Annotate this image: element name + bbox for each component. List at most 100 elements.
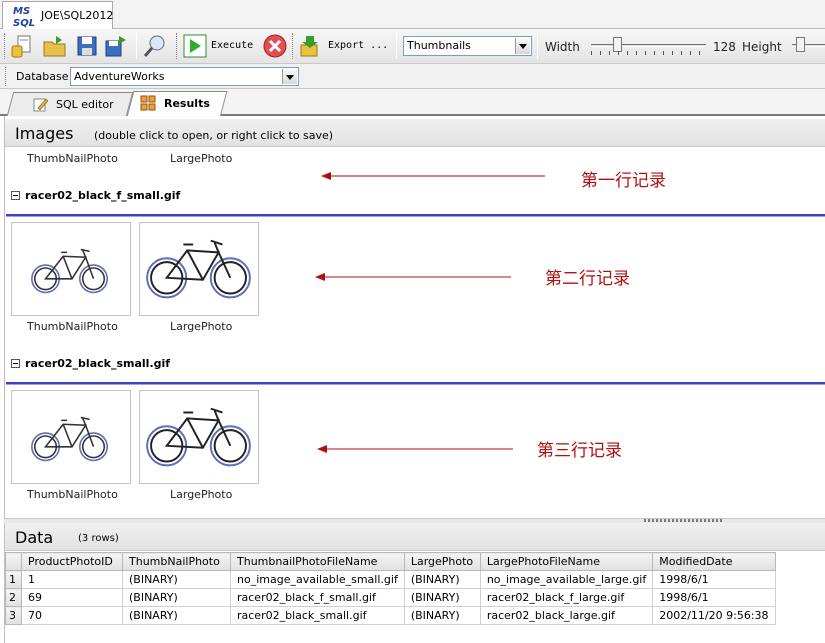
results-grid: ProductPhotoID ThumbNailPhoto ThumbnailP… xyxy=(5,552,776,625)
group-title: racer02_black_f_small.gif xyxy=(25,189,181,202)
table-row[interactable]: 2 69 (BINARY) racer02_black_f_small.gif … xyxy=(5,588,776,607)
column-header[interactable]: ModifiedDate xyxy=(652,552,776,571)
tab-results-content[interactable]: Results xyxy=(140,91,210,115)
view-mode-select[interactable]: Thumbnails xyxy=(403,36,532,56)
thumbnail-photo[interactable] xyxy=(11,222,131,316)
height-slider[interactable] xyxy=(792,37,825,57)
column-header[interactable]: LargePhotoFileName xyxy=(479,552,654,571)
table-cell[interactable]: racer02_black_f_large.gif xyxy=(479,588,654,607)
column-label-large: LargePhoto xyxy=(170,152,233,165)
grid-header-row: ProductPhotoID ThumbNailPhoto ThumbnailP… xyxy=(5,552,776,571)
collapse-icon[interactable] xyxy=(11,191,20,200)
images-header: Images (double click to open, or right c… xyxy=(5,119,825,147)
table-row[interactable]: 3 70 (BINARY) racer02_black_small.gif (B… xyxy=(5,606,776,625)
images-hint: (double click to open, or right click to… xyxy=(94,129,334,142)
width-label: Width xyxy=(545,40,580,54)
large-photo[interactable] xyxy=(139,390,259,484)
row-number[interactable]: 3 xyxy=(5,606,22,625)
splitter-grip[interactable] xyxy=(644,519,724,522)
column-label-thumbnail: ThumbNailPhoto xyxy=(27,488,118,501)
table-cell[interactable]: 70 xyxy=(21,606,123,625)
group-title: racer02_black_small.gif xyxy=(25,357,171,370)
thumbnail-photo[interactable] xyxy=(11,390,131,484)
toolbar-separator xyxy=(136,33,137,59)
table-row[interactable]: 1 1 (BINARY) no_image_available_small.gi… xyxy=(5,570,776,589)
export-icon[interactable] xyxy=(298,33,324,59)
table-cell[interactable]: (BINARY) xyxy=(403,588,481,607)
stop-icon[interactable] xyxy=(262,33,288,59)
arrow-left-icon xyxy=(315,273,511,281)
table-cell[interactable]: 2002/11/20 9:56:38 xyxy=(652,606,776,625)
tab-sql-editor-content[interactable]: SQL editor xyxy=(32,92,114,116)
bicycle-icon xyxy=(31,416,108,462)
toolbar-grip[interactable] xyxy=(292,33,295,59)
slider-thumb[interactable] xyxy=(613,37,622,52)
column-header[interactable]: LargePhoto xyxy=(403,552,481,571)
column-header[interactable]: ThumbnailPhotoFileName xyxy=(230,552,405,571)
save-icon[interactable] xyxy=(74,33,100,59)
row-number[interactable]: 1 xyxy=(5,570,22,589)
annotation-row-1: 第一行记录 xyxy=(581,171,666,191)
results-grid-icon xyxy=(140,95,156,111)
database-select[interactable]: AdventureWorks xyxy=(70,67,299,86)
table-cell[interactable]: 1 xyxy=(21,570,123,589)
toolbar-grip[interactable] xyxy=(4,33,7,59)
main-toolbar: Execute Export ... Thumbnails Width 128 … xyxy=(0,29,825,64)
svg-text:MS: MS xyxy=(13,6,30,17)
table-cell[interactable]: racer02_black_large.gif xyxy=(479,606,654,625)
group-header[interactable]: racer02_black_f_small.gif xyxy=(11,189,180,202)
connection-tab[interactable]: MS SQL JOE\SQL2012 xyxy=(2,1,113,29)
column-label-large: LargePhoto xyxy=(170,488,233,501)
annotation-row-3: 第三行记录 xyxy=(537,441,622,461)
table-cell[interactable]: no_image_available_small.gif xyxy=(230,570,405,589)
export-button-label[interactable]: Export ... xyxy=(328,40,388,51)
database-label: Database xyxy=(16,70,69,83)
table-cell[interactable]: (BINARY) xyxy=(403,606,481,625)
slider-ticks xyxy=(591,51,706,55)
open-folder-icon[interactable] xyxy=(42,33,68,59)
tab-label: Results xyxy=(164,96,210,110)
row-number[interactable]: 2 xyxy=(5,588,22,607)
group-header[interactable]: racer02_black_small.gif xyxy=(11,357,170,370)
chevron-down-icon[interactable] xyxy=(282,69,297,84)
svg-text:SQL: SQL xyxy=(13,18,35,28)
toolbar-separator xyxy=(537,33,538,59)
large-photo[interactable] xyxy=(139,222,259,316)
search-icon[interactable] xyxy=(142,33,168,59)
save-all-icon[interactable] xyxy=(104,33,130,59)
table-cell[interactable]: 69 xyxy=(21,588,123,607)
slider-thumb[interactable] xyxy=(796,37,805,52)
images-panel: Images (double click to open, or right c… xyxy=(4,116,825,518)
column-header[interactable]: ProductPhotoID xyxy=(21,552,123,571)
chevron-down-icon[interactable] xyxy=(515,38,530,54)
row-count: (3 rows) xyxy=(78,533,119,544)
column-label-large: LargePhoto xyxy=(170,320,233,333)
slider-track xyxy=(591,44,706,47)
table-cell[interactable]: racer02_black_f_small.gif xyxy=(230,588,405,607)
table-cell[interactable]: (BINARY) xyxy=(122,588,231,607)
column-label-thumbnail: ThumbNailPhoto xyxy=(27,152,118,165)
toolbar-grip[interactable] xyxy=(5,67,8,86)
table-cell[interactable]: no_image_available_large.gif xyxy=(479,570,654,589)
collapse-icon[interactable] xyxy=(11,359,20,368)
connection-title: JOE\SQL2012 xyxy=(41,9,114,22)
table-cell[interactable]: 1998/6/1 xyxy=(652,570,776,589)
execute-icon[interactable] xyxy=(182,33,208,59)
execute-button-label[interactable]: Execute xyxy=(211,40,253,51)
group-divider xyxy=(6,382,825,385)
toolbar-grip[interactable] xyxy=(176,33,179,59)
table-cell[interactable]: 1998/6/1 xyxy=(652,588,776,607)
annotation-row-2: 第二行记录 xyxy=(545,269,630,289)
group-divider xyxy=(6,214,825,217)
arrow-left-icon xyxy=(317,445,513,453)
table-cell[interactable]: racer02_black_small.gif xyxy=(230,606,405,625)
database-bar: Database AdventureWorks xyxy=(0,64,825,89)
width-slider[interactable] xyxy=(591,37,706,57)
new-query-icon[interactable] xyxy=(10,33,36,59)
row-number-header[interactable] xyxy=(5,552,22,571)
table-cell[interactable]: (BINARY) xyxy=(122,606,231,625)
window-tab-strip: MS SQL JOE\SQL2012 xyxy=(0,0,825,29)
table-cell[interactable]: (BINARY) xyxy=(122,570,231,589)
table-cell[interactable]: (BINARY) xyxy=(403,570,481,589)
column-header[interactable]: ThumbNailPhoto xyxy=(122,552,231,571)
